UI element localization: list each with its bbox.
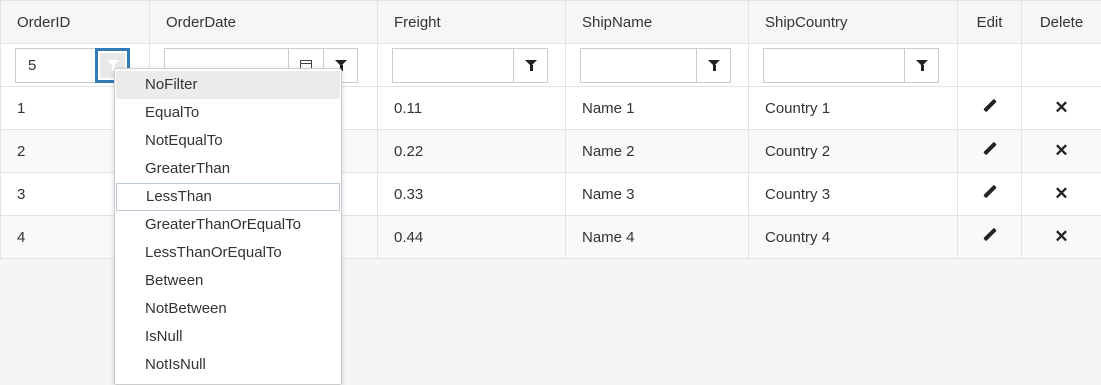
menu-item-lessthan[interactable]: LessThan: [116, 183, 340, 211]
menu-item-notequalto[interactable]: NotEqualTo: [115, 127, 341, 155]
cell-shipname: Name 3: [565, 172, 749, 216]
cell-shipcountry: Country 4: [748, 215, 958, 259]
pencil-icon: [983, 228, 997, 242]
cell-shipname: Name 4: [565, 215, 749, 259]
header-orderid[interactable]: OrderID: [0, 0, 150, 44]
shipcountry-filter-input[interactable]: [763, 47, 904, 83]
menu-item-notisnull[interactable]: NotIsNull: [115, 351, 341, 379]
cell-freight: 0.22: [377, 129, 566, 173]
menu-item-nofilter[interactable]: NoFilter: [116, 71, 340, 99]
cell-freight: 0.11: [377, 86, 566, 130]
shipcountry-filter-button[interactable]: [904, 47, 939, 83]
freight-filter-button[interactable]: [513, 47, 548, 83]
edit-button[interactable]: [957, 129, 1022, 173]
pencil-icon: [983, 185, 997, 199]
edit-button[interactable]: [957, 215, 1022, 259]
freight-filter-input[interactable]: [392, 47, 513, 83]
shipname-filter-button[interactable]: [696, 47, 731, 83]
funnel-icon: [334, 60, 347, 71]
delete-button[interactable]: ✕: [1021, 129, 1101, 173]
funnel-icon: [707, 60, 720, 71]
header-orderdate[interactable]: OrderDate: [149, 0, 378, 44]
header-freight[interactable]: Freight: [377, 0, 566, 44]
delete-button[interactable]: ✕: [1021, 86, 1101, 130]
cell-freight: 0.33: [377, 172, 566, 216]
close-icon: ✕: [1054, 141, 1069, 160]
menu-item-greaterthan[interactable]: GreaterThan: [115, 155, 341, 183]
menu-item-equalto[interactable]: EqualTo: [115, 99, 341, 127]
menu-item-notbetween[interactable]: NotBetween: [115, 295, 341, 323]
orderid-filter-input[interactable]: [15, 47, 95, 83]
filter-dropdown-menu: NoFilter EqualTo NotEqualTo GreaterThan …: [114, 68, 342, 385]
close-icon: ✕: [1054, 184, 1069, 203]
cell-shipcountry: Country 3: [748, 172, 958, 216]
pencil-icon: [983, 99, 997, 113]
cell-shipname: Name 2: [565, 129, 749, 173]
cell-shipcountry: Country 1: [748, 86, 958, 130]
cell-freight: 0.44: [377, 215, 566, 259]
header-shipcountry[interactable]: ShipCountry: [748, 0, 958, 44]
menu-item-lessthanorequalto[interactable]: LessThanOrEqualTo: [115, 239, 341, 267]
cell-shipcountry: Country 2: [748, 129, 958, 173]
funnel-icon: [915, 60, 928, 71]
menu-item-isnull[interactable]: IsNull: [115, 323, 341, 351]
close-icon: ✕: [1054, 98, 1069, 117]
menu-item-greaterthanorequalto[interactable]: GreaterThanOrEqualTo: [115, 211, 341, 239]
pencil-icon: [983, 142, 997, 156]
funnel-icon: [106, 60, 119, 71]
delete-button[interactable]: ✕: [1021, 215, 1101, 259]
header-shipname[interactable]: ShipName: [565, 0, 749, 44]
menu-item-between[interactable]: Between: [115, 267, 341, 295]
cell-shipname: Name 1: [565, 86, 749, 130]
close-icon: ✕: [1054, 227, 1069, 246]
header-edit: Edit: [957, 0, 1022, 44]
funnel-icon: [524, 60, 537, 71]
delete-button[interactable]: ✕: [1021, 172, 1101, 216]
edit-button[interactable]: [957, 86, 1022, 130]
edit-button[interactable]: [957, 172, 1022, 216]
header-delete: Delete: [1021, 0, 1101, 44]
shipname-filter-input[interactable]: [580, 47, 696, 83]
